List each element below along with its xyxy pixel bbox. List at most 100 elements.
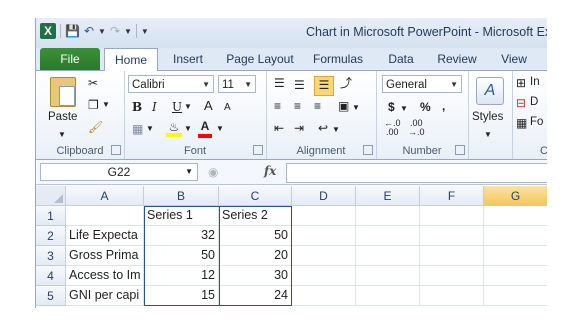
cell-f3[interactable] [420, 246, 484, 266]
borders-dropdown-icon[interactable]: ▼ [146, 121, 154, 137]
insert-function-icon[interactable]: fx [264, 164, 276, 178]
excel-logo-icon[interactable]: X [40, 23, 56, 39]
cell-d4[interactable] [292, 266, 356, 286]
row-header[interactable]: 1 [36, 206, 66, 226]
cell-e2[interactable] [356, 226, 420, 246]
underline-button[interactable]: U [172, 99, 182, 115]
format-cells-icon[interactable]: ▦ [516, 115, 527, 131]
row-header[interactable]: 3 [36, 246, 66, 266]
increase-decimal-icon[interactable]: ←.0.00 [384, 119, 401, 137]
clipboard-launcher-icon[interactable] [111, 145, 121, 155]
column-header-d[interactable]: D [292, 186, 356, 206]
row-header[interactable]: 5 [36, 286, 66, 306]
middle-align-icon[interactable]: ☰ [294, 77, 305, 93]
column-header-b[interactable]: B [144, 186, 219, 206]
merge-dropdown-icon[interactable]: ▼ [352, 100, 360, 116]
align-right-icon[interactable]: ≡ [314, 98, 321, 114]
chevron-down-icon[interactable]: ▼ [450, 76, 458, 94]
cell-b5[interactable]: 15 [144, 286, 219, 306]
cell-e1[interactable] [356, 206, 420, 226]
cell-e4[interactable] [356, 266, 420, 286]
merge-center-icon[interactable]: ▣ [338, 98, 349, 114]
column-header-a[interactable]: A [66, 186, 144, 206]
orientation-icon[interactable]: ⤴ [340, 75, 352, 91]
percent-button[interactable]: % [420, 99, 431, 115]
cell-d3[interactable] [292, 246, 356, 266]
cell-b2[interactable]: 32 [144, 226, 219, 246]
column-header-g[interactable]: G [484, 186, 547, 206]
cell-f5[interactable] [420, 286, 484, 306]
chevron-down-icon[interactable]: ▼ [185, 164, 193, 180]
format-painter-icon[interactable]: 🖌 [88, 119, 103, 135]
fill-color-dropdown-icon[interactable]: ▼ [184, 121, 192, 137]
number-format-combo[interactable]: General ▼ [382, 75, 462, 93]
cell-f1[interactable] [420, 206, 484, 226]
cell-c5[interactable]: 24 [219, 286, 292, 306]
cell-a2[interactable]: Life Expecta [66, 226, 144, 246]
top-align-icon[interactable]: ☰ [274, 75, 285, 91]
styles-icon[interactable]: A [476, 77, 504, 105]
save-icon[interactable]: 💾 [65, 23, 80, 39]
row-header[interactable]: 4 [36, 266, 66, 286]
column-header-c[interactable]: C [219, 186, 292, 206]
shrink-font-button[interactable]: A [224, 100, 231, 116]
tab-page-layout[interactable]: Page Layout [222, 48, 298, 70]
styles-label[interactable]: Styles [472, 111, 503, 123]
cell-g4[interactable] [484, 266, 547, 286]
decrease-indent-icon[interactable]: ⇤ [274, 120, 284, 136]
cut-icon[interactable]: ✂ [88, 75, 98, 91]
currency-dropdown-icon[interactable]: ▼ [400, 101, 408, 117]
copy-dropdown-icon[interactable]: ▼ [102, 97, 110, 113]
font-launcher-icon[interactable] [253, 145, 263, 155]
grow-font-button[interactable]: A [204, 98, 213, 114]
cell-b3[interactable]: 50 [144, 246, 219, 266]
cell-d2[interactable] [292, 226, 356, 246]
cell-e5[interactable] [356, 286, 420, 306]
cell-c3[interactable]: 20 [219, 246, 292, 266]
cell-c2[interactable]: 50 [219, 226, 292, 246]
copy-icon[interactable]: ❐ [88, 97, 99, 113]
comma-button[interactable]: , [442, 98, 445, 114]
cell-a5[interactable]: GNI per capi [66, 286, 144, 306]
tab-file[interactable]: File [40, 48, 100, 70]
delete-cells-label[interactable]: D [530, 96, 538, 108]
undo-dropdown-icon[interactable]: ▼ [98, 27, 106, 36]
delete-cells-icon[interactable]: ⊟ [516, 95, 526, 111]
fill-color-icon[interactable]: ♨ [166, 119, 182, 137]
tab-formulas[interactable]: Formulas [309, 48, 367, 70]
cell-b1[interactable]: Series 1 [144, 206, 219, 226]
column-header-f[interactable]: F [420, 186, 484, 206]
tab-home[interactable]: Home [104, 48, 158, 72]
wrap-dropdown-icon[interactable]: ▼ [332, 122, 340, 138]
cell-g1[interactable] [484, 206, 547, 226]
cell-g2[interactable] [484, 226, 547, 246]
paste-icon[interactable] [50, 77, 76, 107]
number-launcher-icon[interactable] [455, 145, 465, 155]
align-left-icon[interactable]: ≡ [274, 98, 281, 114]
cell-e3[interactable] [356, 246, 420, 266]
tab-view[interactable]: View [494, 48, 534, 70]
wrap-text-icon[interactable]: ↩ [318, 120, 328, 136]
bold-button[interactable]: B [132, 99, 142, 115]
formula-input[interactable] [286, 163, 547, 183]
bottom-align-icon[interactable]: ☰ [314, 76, 334, 96]
cell-f2[interactable] [420, 226, 484, 246]
paste-dropdown-icon[interactable]: ▼ [58, 127, 66, 143]
chevron-down-icon[interactable]: ▼ [202, 76, 210, 94]
customize-qat-icon[interactable]: ▼ [141, 27, 149, 36]
cell-g5[interactable] [484, 286, 547, 306]
cell-d1[interactable] [292, 206, 356, 226]
decrease-decimal-icon[interactable]: .00 →.0 [408, 119, 425, 137]
redo-dropdown-icon[interactable]: ▼ [124, 27, 132, 36]
italic-button[interactable]: I [152, 99, 157, 115]
align-center-icon[interactable]: ≡ [294, 98, 301, 114]
styles-dropdown-icon[interactable]: ▼ [484, 127, 492, 143]
borders-icon[interactable]: ▦ [132, 121, 143, 137]
alignment-launcher-icon[interactable] [363, 145, 373, 155]
cell-a3[interactable]: Gross Prima [66, 246, 144, 266]
cell-g3[interactable] [484, 246, 547, 266]
tab-insert[interactable]: Insert [164, 48, 212, 70]
cell-f4[interactable] [420, 266, 484, 286]
underline-dropdown-icon[interactable]: ▼ [184, 99, 192, 115]
format-cells-label[interactable]: Fo [530, 116, 543, 128]
